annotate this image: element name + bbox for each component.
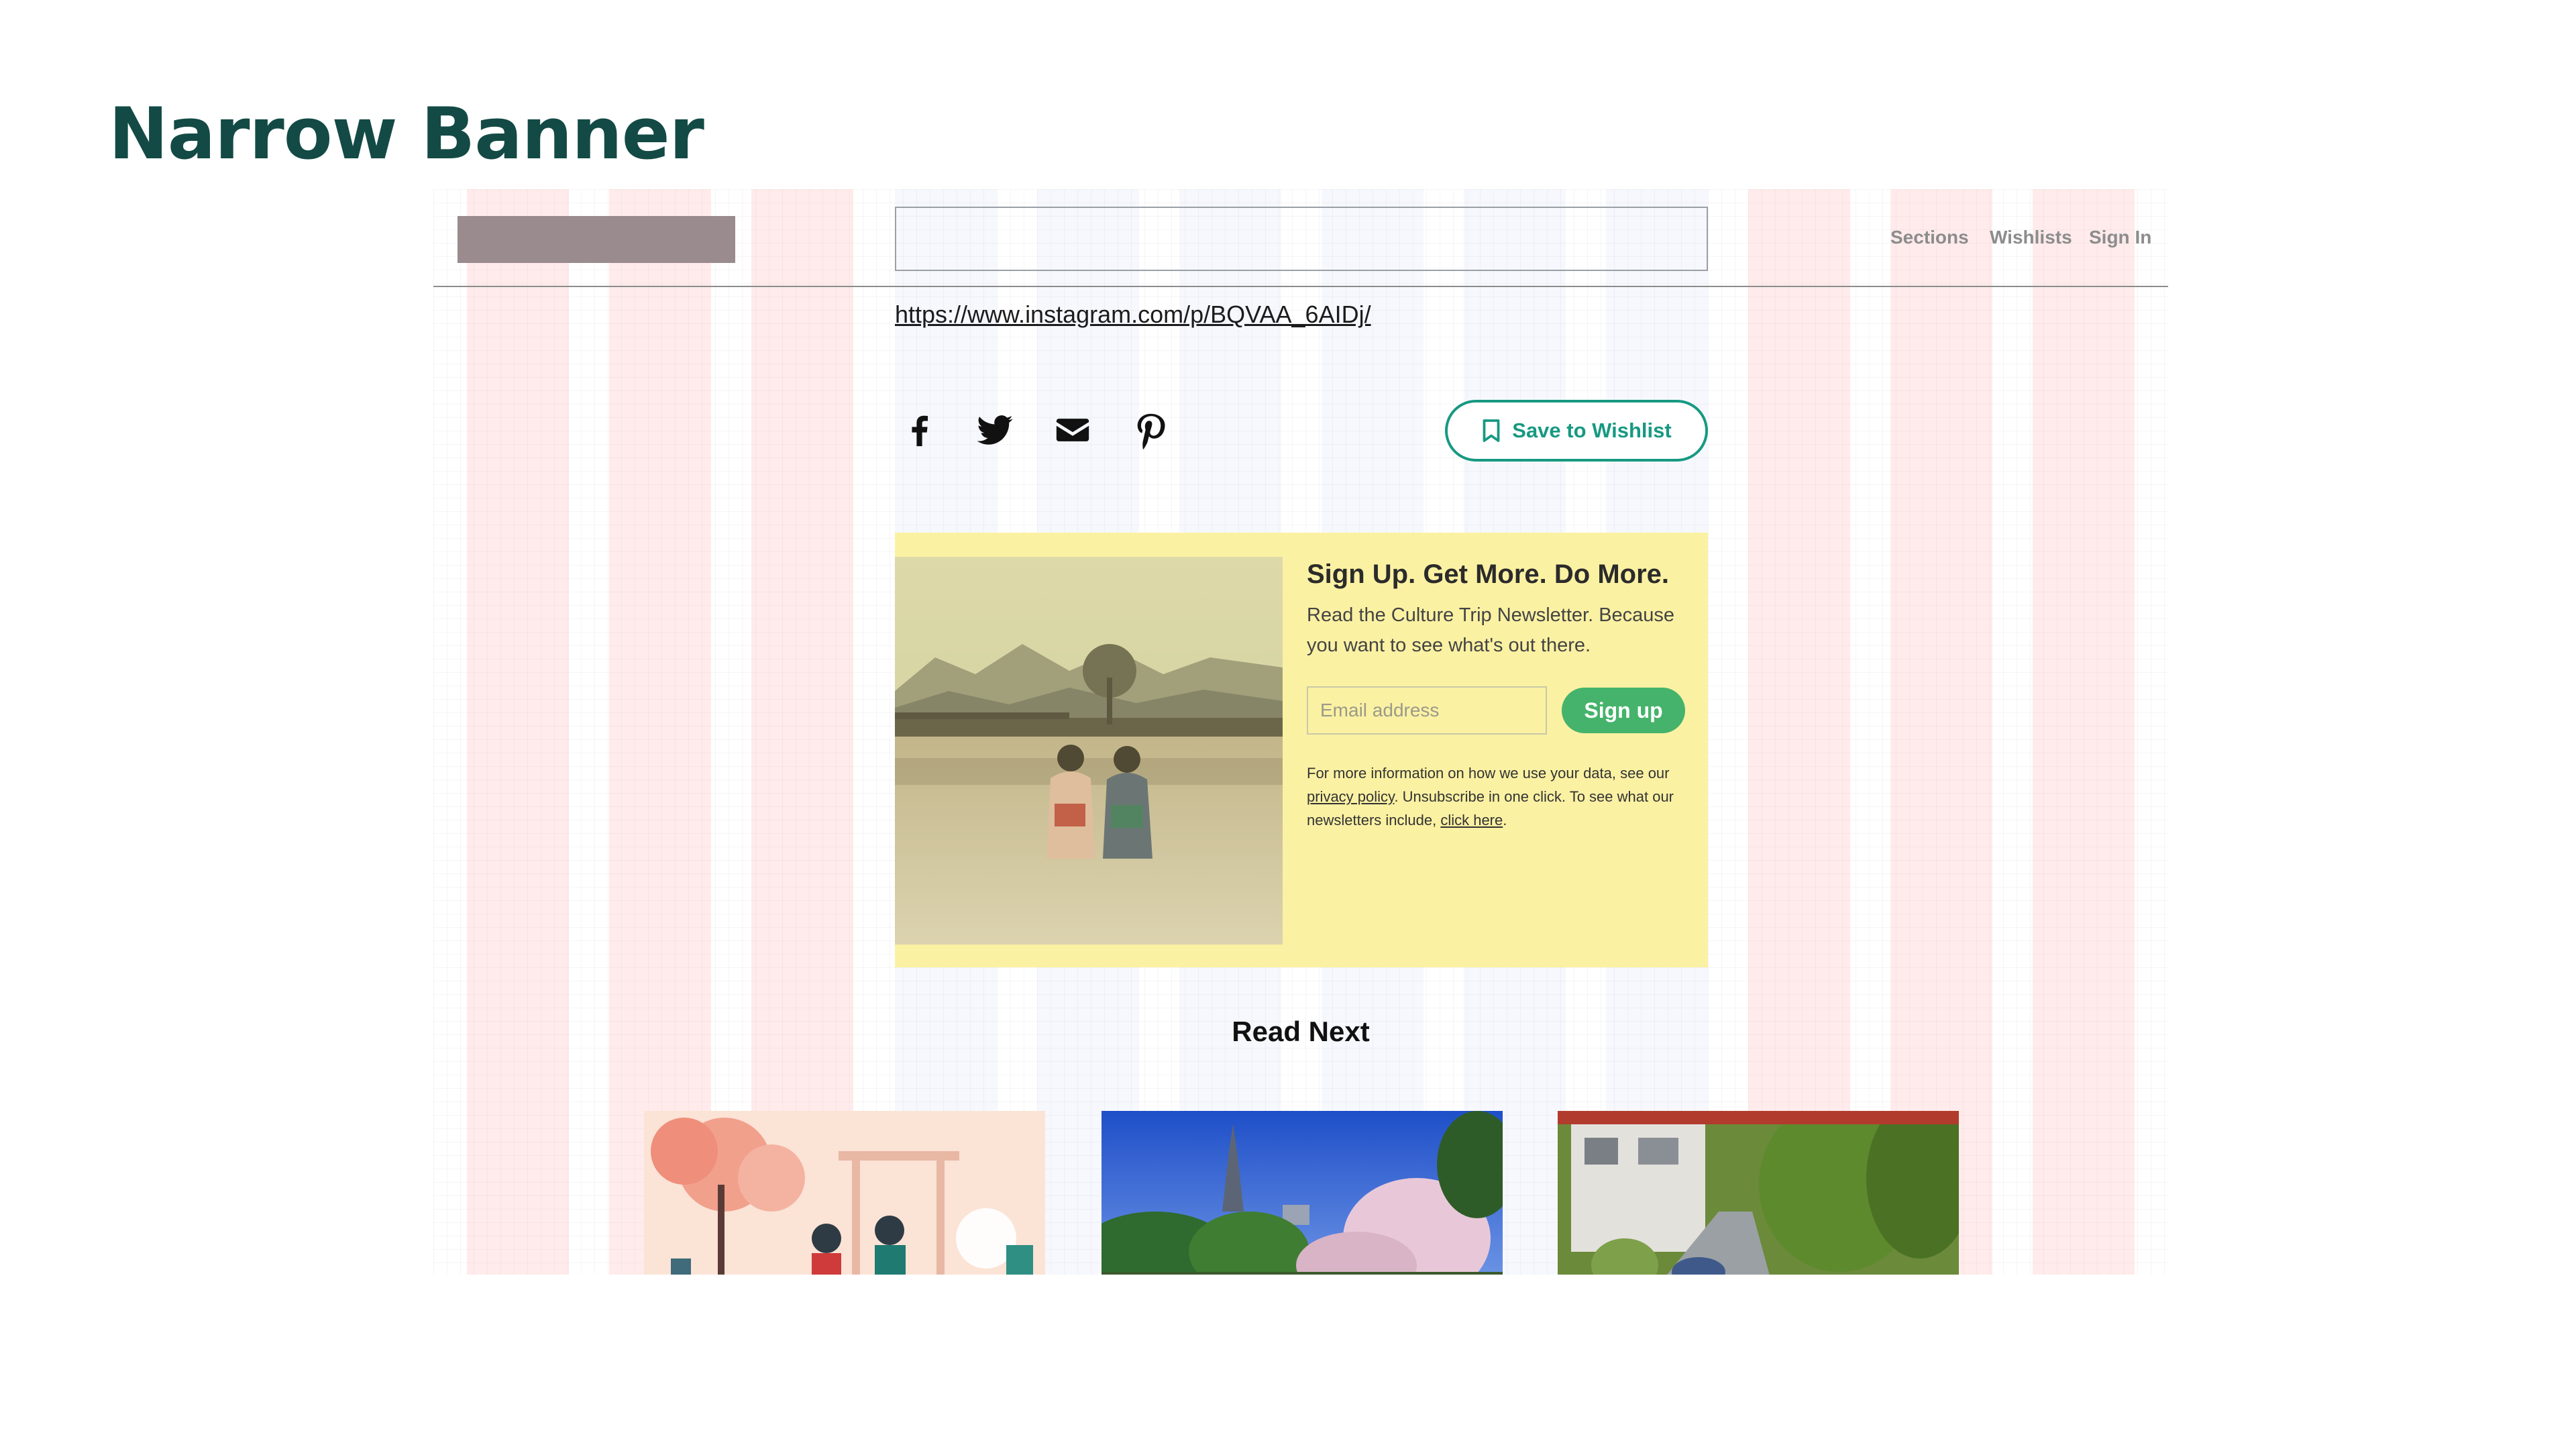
page-mockup: Sections Wishlists Sign In https://www.i…	[433, 189, 2168, 1275]
grid-column	[467, 189, 569, 1275]
instagram-link[interactable]: https://www.instagram.com/p/BQVAA_6AIDj/	[895, 301, 1371, 329]
search-bar[interactable]	[895, 207, 1708, 271]
newsletter-heading: Sign Up. Get More. Do More.	[1307, 559, 1670, 589]
grid-column	[2033, 189, 2135, 1275]
save-to-wishlist-button[interactable]: Save to Wishlist	[1445, 400, 1708, 462]
nav-wishlists[interactable]: Wishlists	[1990, 227, 2072, 248]
slide-title: Narrow Banner	[109, 93, 704, 175]
click-here-link[interactable]: click here	[1440, 812, 1503, 828]
newsletter-image	[895, 557, 1283, 945]
newsletter-content: Sign Up. Get More. Do More. Read the Cul…	[1307, 559, 1689, 832]
header-divider	[433, 286, 2168, 287]
nav-sections[interactable]: Sections	[1890, 227, 1969, 248]
email-field[interactable]	[1307, 686, 1547, 735]
nav-sign-in[interactable]: Sign In	[2089, 227, 2151, 248]
bookmark-icon	[1483, 419, 1500, 442]
newsletter-disclaimer: For more information on how we use your …	[1307, 761, 1689, 832]
newsletter-banner: Sign Up. Get More. Do More. Read the Cul…	[895, 533, 1708, 967]
sign-up-button[interactable]: Sign up	[1562, 688, 1685, 733]
wishlist-label: Save to Wishlist	[1512, 419, 1672, 442]
read-next-heading: Read Next	[1232, 1016, 1370, 1047]
email-icon[interactable]	[1053, 411, 1092, 449]
twitter-icon[interactable]	[975, 411, 1014, 449]
signup-form: Sign up	[1307, 686, 1689, 735]
read-next-card-city-blossoms[interactable]	[1102, 1111, 1503, 1275]
disclaimer-text: .	[1503, 812, 1507, 828]
privacy-policy-link[interactable]: privacy policy	[1307, 788, 1394, 805]
pinterest-icon[interactable]	[1131, 411, 1170, 449]
read-next-card-street[interactable]	[1558, 1111, 1959, 1275]
newsletter-description: Read the Culture Trip Newsletter. Becaus…	[1307, 604, 1675, 656]
read-next-card-illustration[interactable]	[644, 1111, 1045, 1275]
disclaimer-text: For more information on how we use your …	[1307, 765, 1670, 782]
logo-placeholder[interactable]	[458, 216, 735, 263]
facebook-icon[interactable]	[900, 411, 939, 449]
